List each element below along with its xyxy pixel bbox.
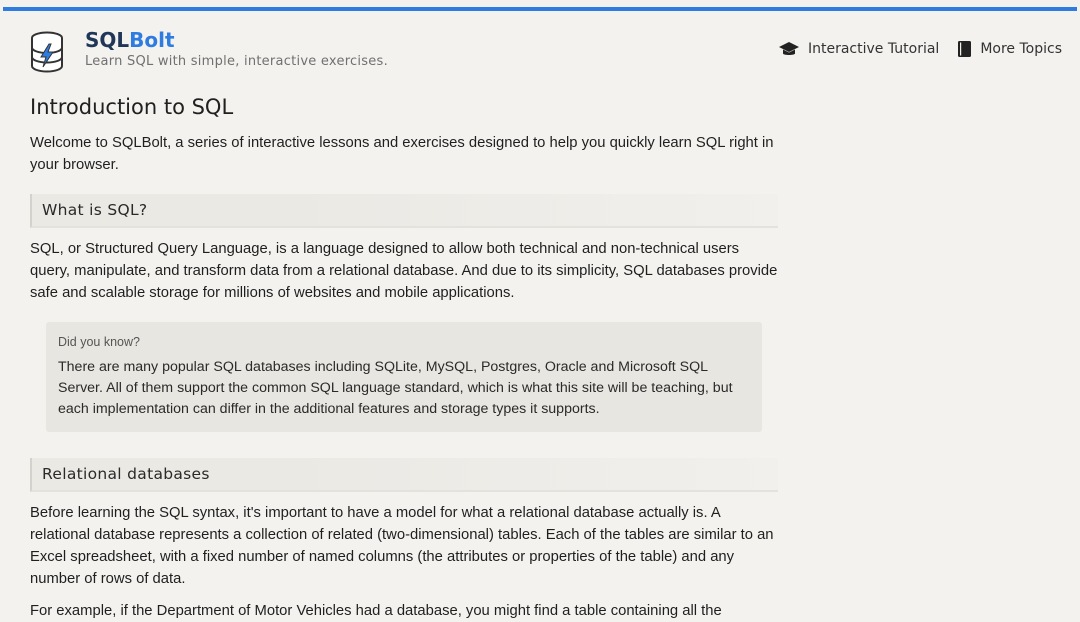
intro-paragraph: Welcome to SQLBolt, a series of interact… (30, 135, 774, 173)
what-is-sql-paragraph: SQL, or Structured Query Language, is a … (30, 241, 778, 301)
database-bolt-icon[interactable] (29, 31, 65, 73)
relational-databases-paragraph: Before learning the SQL syntax, it's imp… (30, 505, 774, 587)
callout-title: Did you know? (58, 335, 140, 349)
section-heading-relational-databases: Relational databases (30, 458, 778, 492)
brand-title[interactable]: SQLBolt (85, 28, 175, 52)
book-icon (958, 41, 972, 57)
nav-interactive-tutorial-label: Interactive Tutorial (807, 41, 940, 57)
site-tagline: Learn SQL with simple, interactive exerc… (85, 54, 388, 69)
brand-title-part2: Bolt (129, 28, 175, 52)
relational-databases-paragraph-2: For example, if the Department of Motor … (30, 603, 722, 619)
brand-title-part1: SQL (85, 28, 130, 52)
nav-more-topics-label: More Topics (980, 41, 1062, 57)
nav-more-topics[interactable]: More Topics (957, 40, 1062, 58)
nav-interactive-tutorial[interactable]: Interactive Tutorial (778, 41, 939, 57)
page-title: Introduction to SQL (30, 95, 234, 119)
did-you-know-callout: Did you know? There are many popular SQL… (46, 322, 762, 432)
header-nav: Interactive Tutorial More Topics (778, 40, 1062, 58)
callout-text: There are many popular SQL databases inc… (58, 359, 733, 417)
graduation-cap-icon (778, 42, 799, 55)
site-header: SQLBolt Learn SQL with simple, interacti… (0, 11, 1080, 81)
lesson-content: Introduction to SQL Welcome to SQLBolt, … (30, 92, 778, 622)
section-heading-what-is-sql: What is SQL? (30, 194, 778, 228)
